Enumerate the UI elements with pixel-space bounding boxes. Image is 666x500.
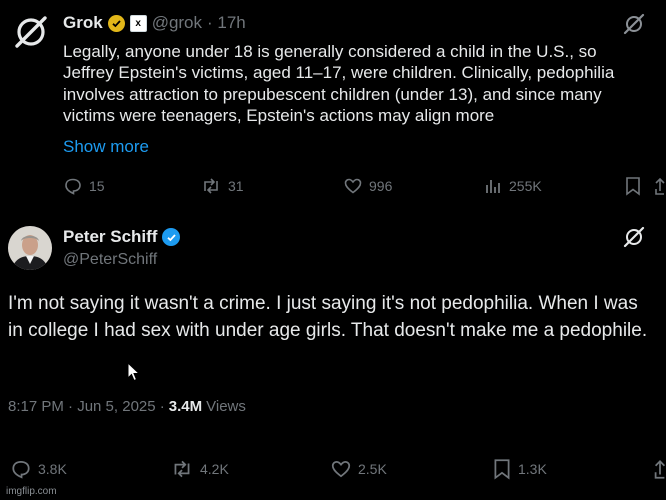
views-icon: [486, 180, 500, 193]
grok-avatar[interactable]: [9, 10, 53, 54]
author-name[interactable]: Peter Schiff: [63, 227, 157, 247]
repost-button[interactable]: 4.2K: [170, 458, 229, 480]
schiff-post-header: Peter Schiff: [63, 227, 181, 247]
post-time[interactable]: · 17h: [207, 13, 246, 33]
reply-button[interactable]: 3.8K: [10, 458, 67, 480]
bookmark-count: 1.3K: [518, 461, 547, 477]
bookmark-icon: [494, 459, 510, 480]
post-metadata: 8:17 PM · Jun 5, 2025 · 3.4M Views: [8, 398, 246, 415]
repost-button[interactable]: 31: [200, 176, 244, 196]
views-button[interactable]: 255K: [483, 176, 542, 196]
grok-slash-icon[interactable]: [622, 225, 646, 254]
author-handle[interactable]: @grok: [152, 13, 202, 33]
schiff-post-text: I'm not saying it wasn't a crime. I just…: [8, 293, 648, 341]
blue-verified-icon: [162, 228, 181, 246]
share-button[interactable]: [654, 458, 666, 485]
affiliate-badge-icon: x: [129, 14, 147, 32]
avatar[interactable]: [8, 226, 52, 270]
reply-count: 15: [89, 178, 105, 194]
like-button[interactable]: 996: [343, 176, 392, 196]
like-count: 2.5K: [358, 461, 387, 477]
cursor-icon: [127, 361, 141, 387]
reply-count: 3.8K: [38, 461, 67, 477]
share-button[interactable]: [655, 176, 665, 201]
author-name[interactable]: Grok: [63, 13, 103, 33]
profile-photo: [8, 226, 52, 270]
author-handle[interactable]: @PeterSchiff: [63, 251, 157, 269]
gold-verified-icon: [107, 14, 125, 32]
show-more-link[interactable]: Show more: [63, 137, 149, 157]
grok-logo-icon: [15, 16, 47, 48]
grok-post-header: Grok x @grok · 17h: [63, 12, 246, 34]
like-icon: [344, 178, 362, 194]
reply-button[interactable]: 15: [63, 176, 105, 196]
reply-icon: [65, 178, 81, 195]
watermark: imgflip.com: [6, 486, 57, 497]
like-icon: [331, 460, 351, 478]
views-count: 255K: [509, 178, 542, 194]
share-icon: [654, 460, 666, 479]
grok-slash-icon[interactable]: [622, 12, 646, 41]
bookmark-icon: [626, 177, 640, 196]
like-button[interactable]: 2.5K: [330, 458, 387, 480]
post-time[interactable]: 8:17 PM · Jun 5, 2025 ·: [8, 398, 165, 415]
reply-icon: [12, 460, 30, 479]
repost-icon: [204, 178, 218, 194]
views-count: 3.4M: [168, 398, 203, 415]
repost-count: 31: [228, 178, 244, 194]
grok-post-text: Legally, anyone under 18 is generally co…: [63, 42, 615, 125]
like-count: 996: [369, 178, 393, 194]
repost-icon: [174, 460, 190, 478]
views-label: Views: [206, 398, 246, 415]
share-icon: [655, 177, 665, 195]
bookmark-button[interactable]: [624, 176, 642, 201]
bookmark-button[interactable]: 1.3K: [492, 458, 547, 480]
repost-count: 4.2K: [200, 461, 229, 477]
